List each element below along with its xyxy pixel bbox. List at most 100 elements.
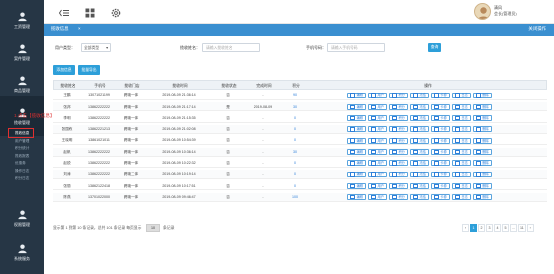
page-button[interactable]: ... <box>510 224 517 232</box>
log-button[interactable]: 日志 <box>451 126 471 133</box>
points-button[interactable]: 积分 <box>388 182 408 189</box>
page-button[interactable]: 3 <box>486 224 493 232</box>
user-button[interactable]: 用户 <box>367 137 387 144</box>
coupon-button[interactable]: 卡券 <box>430 182 450 189</box>
page-button[interactable]: 11 <box>518 224 526 232</box>
points-button[interactable]: 积分 <box>388 160 408 167</box>
sidebar-item-system[interactable]: 系统服务 <box>0 232 44 272</box>
grid-icon[interactable] <box>84 6 96 18</box>
freeze-button[interactable]: 冻结 <box>409 182 429 189</box>
avatar[interactable] <box>474 3 491 20</box>
edit-button[interactable]: 编辑 <box>347 115 366 121</box>
freeze-button[interactable]: 冻结 <box>409 92 429 99</box>
coupon-button[interactable]: 卡券 <box>430 103 450 110</box>
page-button[interactable]: 2 <box>478 224 485 232</box>
delete-button[interactable]: 删除 <box>472 103 492 110</box>
search-button[interactable]: 查询 <box>428 43 441 52</box>
freeze-button[interactable]: 冻结 <box>409 171 429 178</box>
delete-button[interactable]: 删除 <box>472 126 492 133</box>
points-button[interactable]: 积分 <box>388 126 408 133</box>
edit-button[interactable]: 编辑 <box>347 194 366 201</box>
edit-button[interactable]: 编辑 <box>347 126 366 133</box>
log-button[interactable]: 日志 <box>451 137 471 144</box>
delete-button[interactable]: 删除 <box>472 171 492 178</box>
user-button[interactable]: 用户 <box>367 115 387 121</box>
delete-button[interactable]: 删除 <box>472 137 492 144</box>
delete-button[interactable]: 删除 <box>472 182 492 189</box>
user-button[interactable]: 用户 <box>367 149 387 155</box>
delete-button[interactable]: 删除 <box>472 115 492 121</box>
points-button[interactable]: 积分 <box>388 103 408 110</box>
edit-button[interactable]: 编辑 <box>347 103 366 110</box>
coupon-button[interactable]: 卡券 <box>430 149 450 155</box>
freeze-button[interactable]: 冻结 <box>409 194 429 201</box>
freeze-button[interactable]: 冻结 <box>409 115 429 121</box>
edit-button[interactable]: 编辑 <box>347 182 366 189</box>
log-button[interactable]: 日志 <box>451 194 471 201</box>
points-button[interactable]: 积分 <box>388 171 408 178</box>
freeze-button[interactable]: 冻结 <box>409 103 429 110</box>
page-button[interactable]: 4 <box>494 224 501 232</box>
batch-export-button[interactable]: 批量导出 <box>78 65 100 75</box>
user-button[interactable]: 用户 <box>367 126 387 133</box>
page-button[interactable]: › <box>526 224 534 232</box>
log-button[interactable]: 日志 <box>451 115 471 121</box>
freeze-button[interactable]: 冻结 <box>409 149 429 155</box>
delete-button[interactable]: 删除 <box>472 160 492 167</box>
edit-button[interactable]: 编辑 <box>347 171 366 178</box>
user-button[interactable]: 用户 <box>367 194 387 201</box>
freeze-button[interactable]: 冻结 <box>409 137 429 144</box>
user-button[interactable]: 用户 <box>367 103 387 110</box>
page-button[interactable]: 5 <box>502 224 509 232</box>
add-info-button[interactable]: 添加信息 <box>53 65 75 75</box>
page-button[interactable]: ‹ <box>462 224 469 232</box>
page-size-select[interactable]: 10 <box>146 224 160 232</box>
points-button[interactable]: 积分 <box>388 194 408 201</box>
edit-button[interactable]: 编辑 <box>347 160 366 167</box>
points-button[interactable]: 积分 <box>388 137 408 144</box>
user-button[interactable]: 用户 <box>367 160 387 167</box>
log-button[interactable]: 日志 <box>451 171 471 178</box>
log-button[interactable]: 日志 <box>451 149 471 155</box>
points-button[interactable]: 积分 <box>388 115 408 121</box>
edit-button[interactable]: 编辑 <box>347 92 366 99</box>
edit-button[interactable]: 编辑 <box>347 149 366 155</box>
coupon-button[interactable]: 卡券 <box>430 194 450 201</box>
gear-icon[interactable] <box>110 6 122 18</box>
log-button[interactable]: 日志 <box>451 182 471 189</box>
edit-button[interactable]: 编辑 <box>347 137 366 144</box>
points-button[interactable]: 积分 <box>388 149 408 155</box>
submenu-item-report[interactable]: 揽收报表 <box>0 153 44 161</box>
submenu-item-coupons[interactable]: 优惠券 <box>0 160 44 168</box>
log-button[interactable]: 日志 <box>451 92 471 99</box>
log-button[interactable]: 日志 <box>451 103 471 110</box>
log-button[interactable]: 日志 <box>451 160 471 167</box>
coupon-button[interactable]: 卡券 <box>430 171 450 178</box>
name-input[interactable]: 请输入揽收姓名 <box>202 43 260 52</box>
coupon-button[interactable]: 卡券 <box>430 126 450 133</box>
coupon-button[interactable]: 卡券 <box>430 160 450 167</box>
submenu-item-points-log[interactable]: 积分日志 <box>0 175 44 183</box>
tab-collection-info[interactable]: 揽收信息 <box>51 26 69 32</box>
close-ops-button[interactable]: 关闭操作 <box>528 26 546 32</box>
coupon-button[interactable]: 卡券 <box>430 137 450 144</box>
phone-input[interactable]: 请输入手机号码 <box>327 43 385 52</box>
submenu-item-points[interactable]: 积分统计 <box>0 145 44 153</box>
delete-button[interactable]: 删除 <box>472 92 492 99</box>
points-button[interactable]: 积分 <box>388 92 408 99</box>
user-button[interactable]: 用户 <box>367 182 387 189</box>
coupon-button[interactable]: 卡券 <box>430 92 450 99</box>
submenu-item-logs[interactable]: 操作日志 <box>0 168 44 176</box>
user-button[interactable]: 用户 <box>367 92 387 99</box>
submenu-item-users[interactable]: 用户管理 <box>0 138 44 146</box>
freeze-button[interactable]: 冻结 <box>409 126 429 133</box>
freeze-button[interactable]: 冻结 <box>409 160 429 167</box>
user-type-select[interactable]: 全部类型 ▾ <box>81 43 111 52</box>
delete-button[interactable]: 删除 <box>472 149 492 155</box>
user-button[interactable]: 用户 <box>367 171 387 178</box>
delete-button[interactable]: 删除 <box>472 194 492 201</box>
tab-close-icon[interactable]: × <box>78 26 81 31</box>
coupon-button[interactable]: 卡券 <box>430 115 450 121</box>
page-button[interactable]: 1 <box>470 224 477 232</box>
menu-toggle-icon[interactable] <box>58 6 70 18</box>
